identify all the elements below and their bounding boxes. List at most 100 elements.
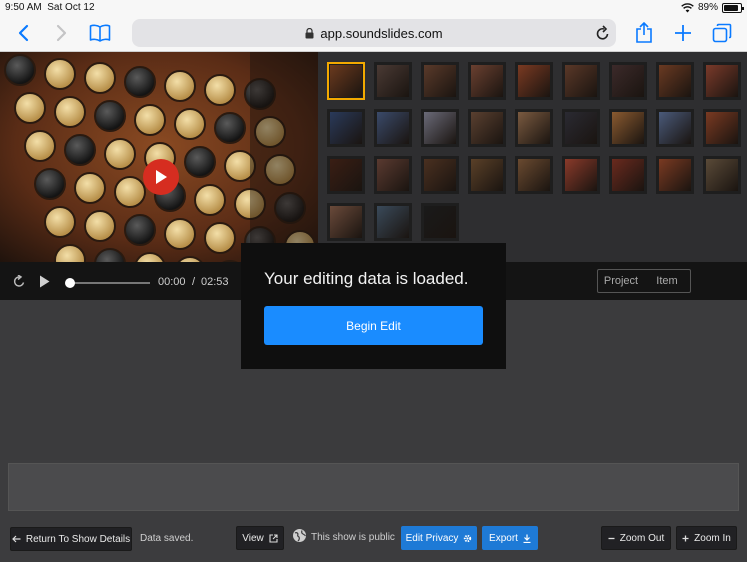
slide-thumbnail[interactable] [374,62,412,100]
modal-message: Your editing data is loaded. [264,269,469,288]
slide-thumbnail[interactable] [562,156,600,194]
share-icon[interactable] [632,21,656,45]
slide-thumbnail[interactable] [703,109,741,147]
status-bar: 9:50 AM Sat Oct 12 89% [0,0,747,16]
slide-thumbnail[interactable] [374,203,412,241]
typewriter-key [124,66,156,98]
thumbnail-image [424,112,456,144]
export-label: Export [489,532,518,544]
scrubber-handle[interactable] [65,278,75,288]
slide-thumbnail[interactable] [609,109,647,147]
slide-thumbnail[interactable] [374,156,412,194]
typewriter-key [184,146,216,178]
battery-fill [724,4,739,11]
scrubber-track[interactable] [70,282,150,284]
slide-thumbnail[interactable] [703,156,741,194]
clock-date: Sat Oct 12 [47,2,95,13]
begin-edit-button[interactable]: Begin Edit [264,306,483,345]
slide-thumbnail[interactable] [609,62,647,100]
slide-thumbnail[interactable] [656,62,694,100]
slide-preview[interactable] [0,52,318,262]
clock-time: 9:50 AM [5,2,42,13]
slide-thumbnail[interactable] [562,109,600,147]
slide-thumbnail[interactable] [374,109,412,147]
slide-thumbnail[interactable] [421,156,459,194]
typewriter-key [124,214,156,246]
typewriter-key [104,138,136,170]
typewriter-key [24,130,56,162]
slide-thumbnail[interactable] [703,62,741,100]
thumbnail-image [612,112,644,144]
thumbnail-image [424,65,456,97]
edit-privacy-button[interactable]: Edit Privacy [401,526,477,550]
replay-icon[interactable] [13,274,26,293]
download-icon [523,534,531,543]
typewriter-key [34,168,66,200]
export-button[interactable]: Export [482,526,538,550]
slide-thumbnail[interactable] [327,156,365,194]
slide-thumbnail[interactable] [609,156,647,194]
bookmarks-icon[interactable] [88,21,112,45]
thumbnail-image [471,112,503,144]
return-label: Return To Show Details [25,533,131,545]
new-tab-icon[interactable] [671,21,695,45]
view-button[interactable]: View [236,526,284,550]
typewriter-key [84,62,116,94]
slide-thumbnail[interactable] [421,62,459,100]
zoom-in-label: Zoom In [694,532,731,544]
slide-thumbnail[interactable] [327,109,365,147]
arrow-left-icon [11,535,21,543]
slide-thumbnail[interactable] [468,109,506,147]
slide-thumbnail[interactable] [515,62,553,100]
thumbnail-image [659,65,691,97]
tabs-icon[interactable] [710,21,734,45]
thumbnail-image [377,159,409,191]
tab-project[interactable]: Project [598,275,644,287]
thumbnail-image [612,159,644,191]
status-right: 89% [681,2,744,13]
tab-item[interactable]: Item [644,275,690,287]
zoom-out-button[interactable]: Zoom Out [601,526,671,550]
return-to-show-details-button[interactable]: Return To Show Details [10,527,132,551]
thumbnail-grid [318,52,747,262]
zoom-in-button[interactable]: Zoom In [676,526,737,550]
timeline-track[interactable] [8,463,739,511]
thumbnail-image [424,159,456,191]
slide-thumbnail[interactable] [327,203,365,241]
thumbnail-image [518,159,550,191]
address-bar[interactable]: app.soundslides.com [132,19,616,47]
typewriter-keys-image [0,52,318,262]
edit-mode-tabs: Project Item [597,269,691,293]
typewriter-key [174,108,206,140]
slide-thumbnail[interactable] [421,109,459,147]
slide-thumbnail[interactable] [515,156,553,194]
view-label: View [242,532,264,544]
slide-thumbnail[interactable] [421,203,459,241]
editing-data-modal: Your editing data is loaded. Begin Edit [241,243,506,369]
slide-thumbnail[interactable] [656,156,694,194]
slide-thumbnail[interactable] [515,109,553,147]
browser-toolbar: app.soundslides.com [0,16,747,52]
play-button[interactable] [143,159,179,195]
play-control-icon[interactable] [39,275,50,293]
back-icon[interactable] [11,21,35,45]
typewriter-key [164,70,196,102]
reload-icon[interactable] [596,25,610,44]
slide-thumbnail[interactable] [656,109,694,147]
wifi-icon [681,2,694,12]
battery-icon [722,2,744,13]
thumbnail-image [377,206,409,238]
slide-thumbnail[interactable] [468,62,506,100]
typewriter-key [164,218,196,250]
typewriter-key [214,112,246,144]
public-status: This show is public [311,532,395,543]
thumbnail-image [518,65,550,97]
slide-thumbnail[interactable] [327,62,365,100]
status-time: 9:50 AM Sat Oct 12 [5,2,95,13]
thumbnail-image [377,65,409,97]
slide-thumbnail[interactable] [468,156,506,194]
forward-icon[interactable] [50,21,74,45]
slide-thumbnail[interactable] [562,62,600,100]
thumbnail-image [565,112,597,144]
thumbnail-image [330,206,362,238]
